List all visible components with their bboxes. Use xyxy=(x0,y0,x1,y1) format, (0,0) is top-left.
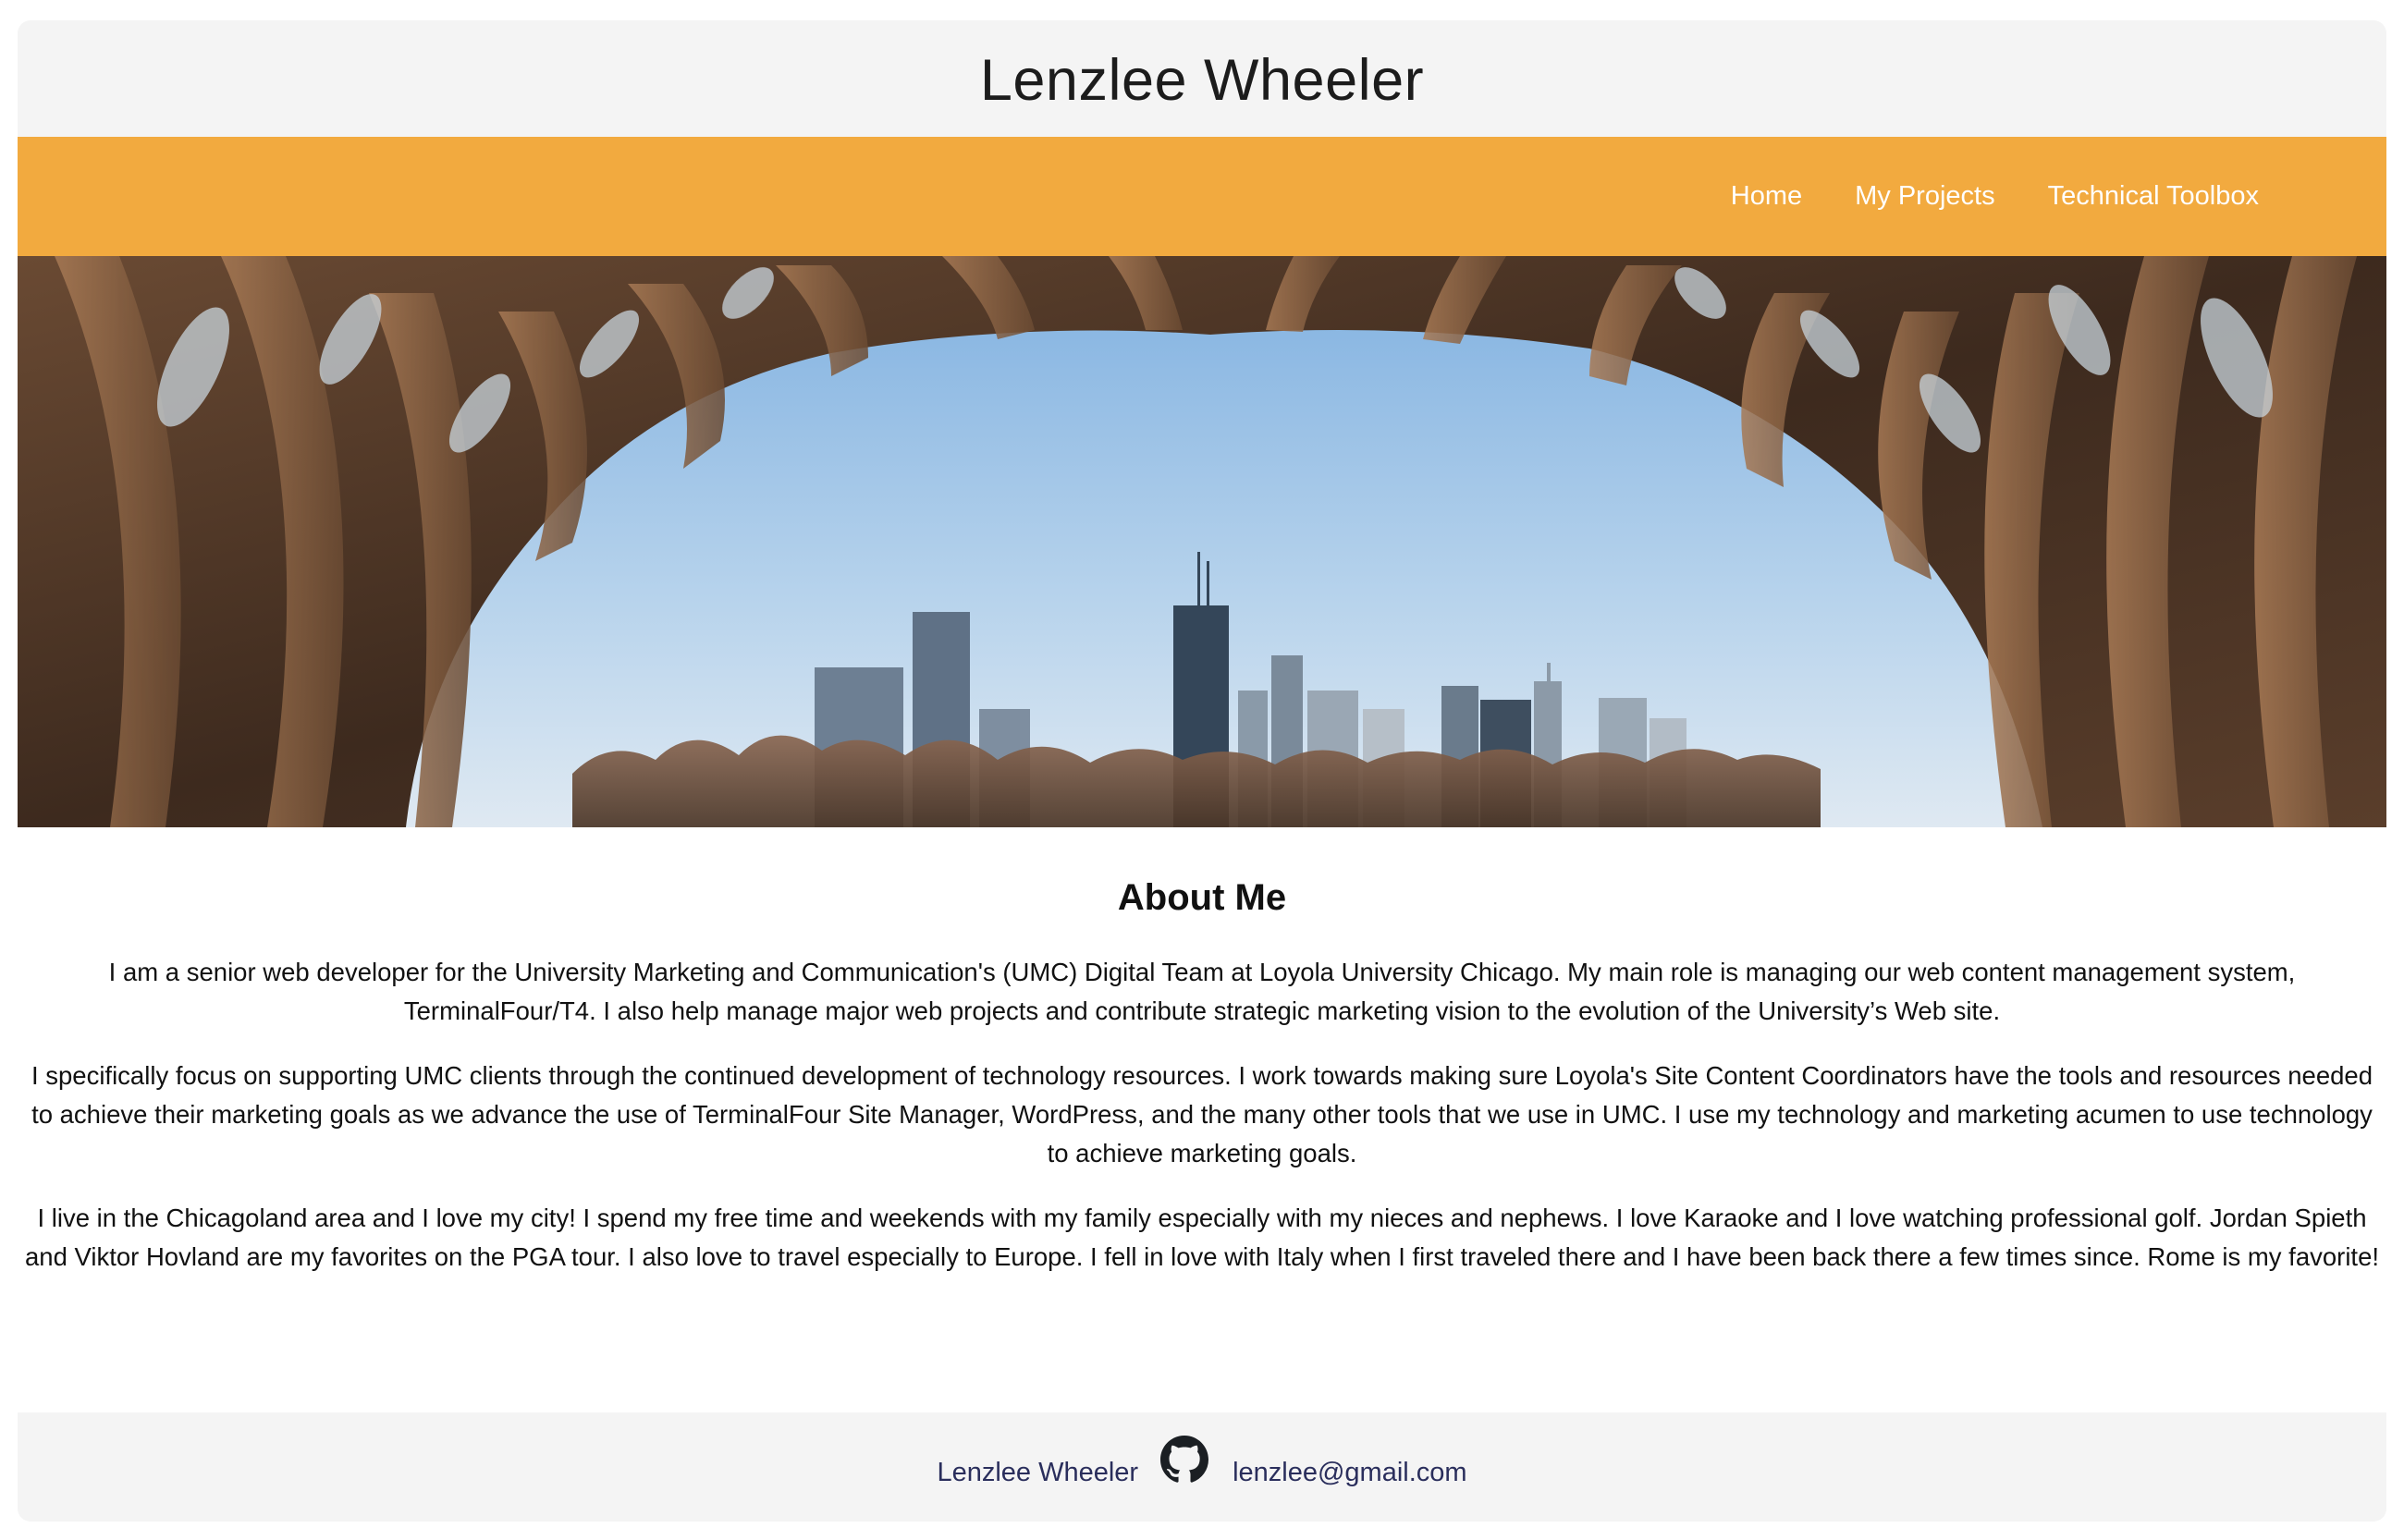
page: Lenzlee Wheeler Home My Projects Technic… xyxy=(0,0,2404,1540)
about-paragraph-2: I specifically focus on supporting UMC c… xyxy=(31,1061,2373,1167)
hero-image xyxy=(18,256,2386,827)
site-title: Lenzlee Wheeler xyxy=(979,47,1425,113)
about-paragraph-1: I am a senior web developer for the Univ… xyxy=(108,958,2296,1025)
nav-item-toolbox: Technical Toolbox xyxy=(2048,183,2259,210)
nav-list: Home My Projects Technical Toolbox xyxy=(1731,137,2259,256)
nav-item-home: Home xyxy=(1731,183,1802,210)
footer-email-link[interactable]: lenzlee@gmail.com xyxy=(1233,1459,1466,1486)
site-footer: Lenzlee Wheeler lenzlee@gmail.com xyxy=(18,1412,2386,1522)
footer-contact: Lenzlee Wheeler lenzlee@gmail.com xyxy=(937,1436,1467,1497)
hero-skyline-illustration xyxy=(18,256,2386,827)
github-icon-glyph xyxy=(1160,1436,1209,1483)
site-header: Lenzlee Wheeler xyxy=(18,20,2386,137)
github-icon[interactable] xyxy=(1160,1436,1209,1484)
nav-link-home[interactable]: Home xyxy=(1731,177,1802,211)
nav-link-technical-toolbox[interactable]: Technical Toolbox xyxy=(2048,177,2259,211)
nav-item-projects: My Projects xyxy=(1855,183,1994,210)
nav-bar: Home My Projects Technical Toolbox xyxy=(18,137,2386,256)
about-paragraph-3: I live in the Chicagoland area and I lov… xyxy=(24,1204,2380,1271)
about-section: About Me I am a senior web developer for… xyxy=(18,827,2386,1302)
footer-name-link[interactable]: Lenzlee Wheeler xyxy=(937,1459,1138,1486)
about-heading: About Me xyxy=(1117,877,1287,918)
nav-link-my-projects[interactable]: My Projects xyxy=(1855,177,1994,211)
